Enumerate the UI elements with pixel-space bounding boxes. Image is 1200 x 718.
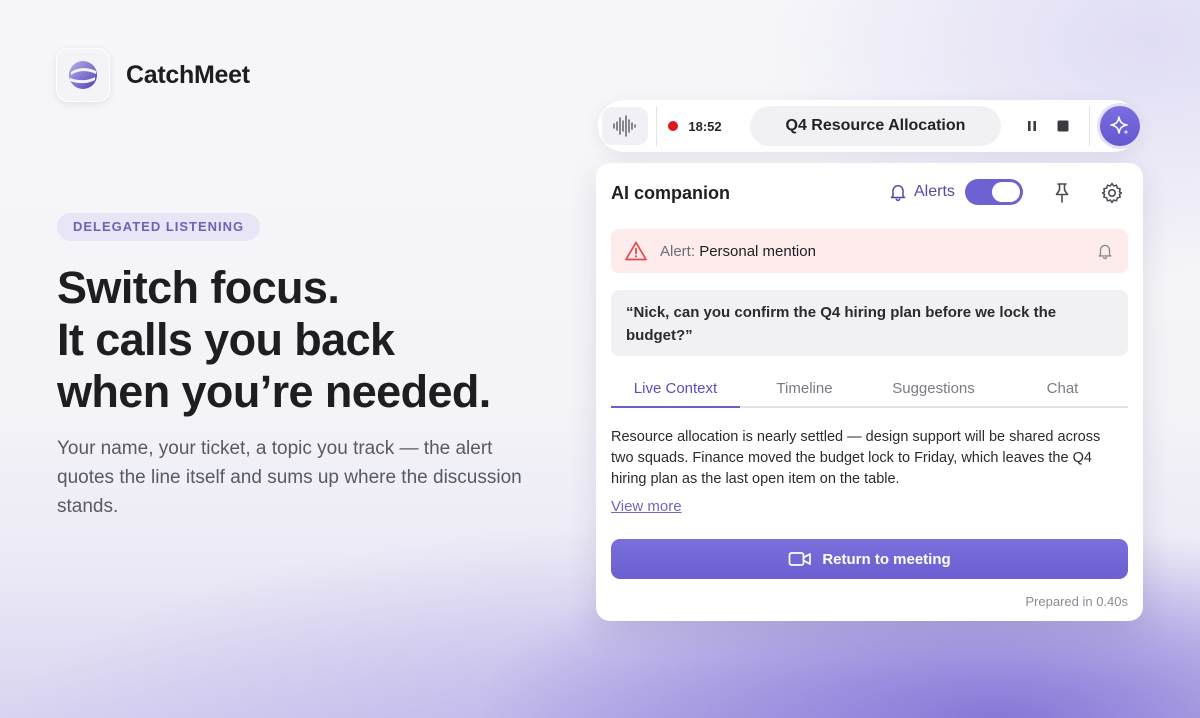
panel-title: AI companion (611, 183, 731, 203)
alert-text: Alert: Personal mention (660, 243, 816, 260)
panel-tabs: Live Context Timeline Suggestions Chat (611, 371, 1128, 408)
return-to-meeting-button[interactable]: Return to meeting (611, 539, 1128, 579)
alerts-toggle-group: Alerts (888, 179, 1023, 205)
tab-live-context[interactable]: Live Context (611, 371, 740, 408)
settings-button[interactable] (1100, 181, 1124, 205)
tab-timeline[interactable]: Timeline (740, 371, 869, 406)
divider (1089, 106, 1091, 146)
pin-button[interactable] (1050, 181, 1074, 205)
brand: CatchMeet (56, 48, 250, 102)
view-more-link[interactable]: View more (611, 498, 682, 515)
headline-line-1: Switch focus. (57, 262, 340, 313)
toggle-knob (991, 182, 1020, 202)
pause-icon (1027, 121, 1036, 131)
divider (655, 106, 657, 146)
stop-icon (1057, 120, 1069, 132)
waveform-icon (612, 115, 636, 137)
headline: Switch focus. It calls you back when you… (57, 262, 491, 418)
live-context-summary: Resource allocation is nearly settled — … (611, 429, 1101, 487)
sparkle-icon (1110, 116, 1129, 135)
pin-icon (1055, 183, 1069, 203)
alerts-toggle[interactable] (964, 179, 1023, 205)
tab-chat[interactable]: Chat (998, 371, 1127, 406)
alerts-label: Alerts (914, 183, 955, 200)
video-camera-icon (788, 552, 812, 566)
quoted-line: “Nick, can you confirm the Q4 hiring pla… (611, 290, 1128, 356)
catchmeet-logo (56, 48, 110, 102)
section-badge: DELEGATED LISTENING (57, 213, 261, 241)
brand-name: CatchMeet (126, 60, 250, 89)
headline-line-2: It calls you back (57, 314, 395, 365)
tab-suggestions[interactable]: Suggestions (869, 371, 998, 406)
recording-bar: 18:52 Q4 Resource Allocation (598, 100, 1140, 152)
return-button-label: Return to meeting (822, 550, 951, 568)
personal-mention-alert[interactable]: Alert: Personal mention (611, 229, 1128, 273)
alert-prefix: Alert: (660, 242, 696, 260)
stop-button[interactable] (1048, 111, 1078, 141)
bell-icon[interactable] (1096, 242, 1114, 260)
alert-message: Personal mention (699, 242, 816, 260)
warning-icon (625, 241, 647, 261)
prepared-time: Prepared in 0.40s (1025, 594, 1128, 609)
headline-line-3: when you’re needed. (57, 366, 491, 417)
ai-companion-button[interactable] (1100, 106, 1140, 146)
recording-indicator (668, 121, 679, 131)
recording-timer: 18:52 (688, 118, 722, 134)
pause-button[interactable] (1017, 111, 1047, 141)
gear-icon (1101, 182, 1123, 204)
meeting-title: Q4 Resource Allocation (749, 106, 1002, 146)
audio-waveform-button[interactable] (602, 107, 648, 145)
subcopy: Your name, your ticket, a topic you trac… (57, 438, 522, 517)
bell-icon (890, 185, 906, 202)
ai-companion-panel: AI companion Alerts Alert: Personal ment… (596, 163, 1143, 621)
